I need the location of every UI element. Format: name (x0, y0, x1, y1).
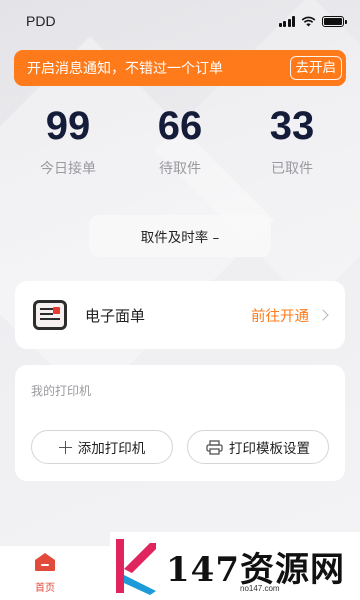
watermark-logo-icon (116, 539, 156, 595)
stat-label: 待取件 (159, 161, 201, 177)
stat-picked-up[interactable]: 33 已取件 (237, 100, 347, 178)
notification-banner[interactable]: 开启消息通知，不错过一个订单 去开启 (14, 50, 346, 86)
tab-home[interactable]: 首页 (20, 552, 70, 594)
enable-notification-button[interactable]: 去开启 (289, 55, 342, 81)
notification-text: 开启消息通知，不错过一个订单 (27, 61, 223, 77)
home-icon (35, 553, 55, 571)
e-waybill-card[interactable]: 电子面单 前往开通 (15, 281, 345, 349)
battery-icon (322, 15, 347, 27)
pickup-rate-pill[interactable]: 取件及时率 – (89, 215, 271, 257)
e-waybill-icon (33, 300, 67, 330)
watermark-subtext: no147.com (240, 584, 280, 593)
chevron-right-icon (317, 309, 329, 321)
stat-today-orders[interactable]: 99 今日接单 (13, 100, 123, 178)
order-stats: 99 今日接单 66 待取件 33 已取件 (0, 100, 360, 190)
printer-section-title: 我的打印机 (31, 384, 92, 398)
printer-card: 我的打印机 添加打印机 打印模板设置 (15, 365, 345, 481)
stat-value: 99 (45, 104, 91, 148)
stat-value: 33 (269, 104, 315, 148)
carrier-name: PDD (26, 13, 56, 29)
wifi-icon (301, 16, 316, 26)
printer-icon (206, 439, 223, 455)
print-template-label: 打印模板设置 (229, 441, 310, 457)
tab-home-label: 首页 (35, 583, 55, 594)
plus-icon (58, 440, 72, 454)
watermark: 147资源网 no147.com (110, 532, 360, 600)
activate-link[interactable]: 前往开通 (251, 305, 309, 326)
add-printer-label: 添加打印机 (77, 441, 146, 457)
status-bar: PDD (0, 0, 360, 42)
stat-label: 今日接单 (40, 161, 96, 177)
e-waybill-title: 电子面单 (85, 306, 146, 325)
pickup-rate-label: 取件及时率 – (140, 230, 220, 246)
signal-icon (278, 15, 295, 27)
add-printer-button[interactable]: 添加打印机 (31, 430, 173, 464)
stat-pending-pickup[interactable]: 66 待取件 (125, 100, 235, 178)
stat-value: 66 (157, 104, 203, 148)
print-template-button[interactable]: 打印模板设置 (187, 430, 329, 464)
status-icons (278, 15, 347, 27)
stat-label: 已取件 (271, 161, 313, 177)
